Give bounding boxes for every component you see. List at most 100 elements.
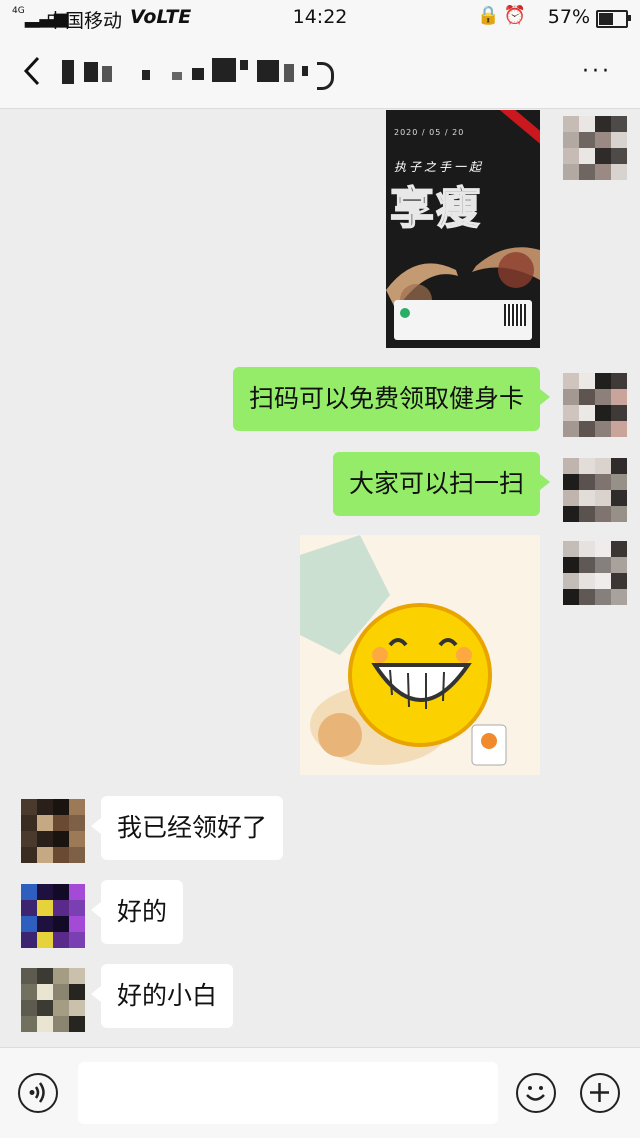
avatar-pixel <box>37 831 53 847</box>
battery-percent: 57% <box>547 6 590 28</box>
avatar-pixel <box>53 916 69 932</box>
lock-alarm-icons: 🔒⏰ <box>477 5 530 26</box>
avatar-pixel <box>611 405 627 421</box>
avatar-pixel <box>611 132 627 148</box>
avatar-pixel <box>21 1016 37 1032</box>
message-bubble[interactable]: 我已经领好了 <box>90 796 284 860</box>
avatar-pixel <box>595 164 611 180</box>
my-avatar[interactable] <box>563 458 627 522</box>
avatar-pixel <box>579 557 595 573</box>
contact-avatar[interactable] <box>21 968 85 1032</box>
avatar-pixel <box>595 573 611 589</box>
avatar-pixel <box>611 557 627 573</box>
avatar-pixel <box>611 490 627 506</box>
contact-avatar[interactable] <box>21 799 85 863</box>
avatar-pixel <box>37 1016 53 1032</box>
avatar-pixel <box>595 116 611 132</box>
avatar-pixel <box>563 116 579 132</box>
avatar-pixel <box>37 932 53 948</box>
contact-avatar[interactable] <box>21 884 85 948</box>
more-options-button[interactable]: ··· <box>582 61 612 83</box>
message-input[interactable] <box>78 1062 498 1124</box>
message-bubble[interactable]: 大家可以扫一扫 <box>332 452 551 516</box>
avatar-pixel <box>53 831 69 847</box>
message-bubble[interactable]: 好的 <box>90 880 184 944</box>
avatar-pixel <box>611 458 627 474</box>
avatar-pixel <box>69 984 85 1000</box>
avatar-pixel <box>21 847 37 863</box>
smiley-face-icon <box>300 535 540 775</box>
avatar-pixel <box>53 1016 69 1032</box>
avatar-pixel <box>595 541 611 557</box>
avatar-pixel <box>563 164 579 180</box>
avatar-pixel <box>37 799 53 815</box>
avatar-pixel <box>563 541 579 557</box>
my-avatar[interactable] <box>563 116 627 180</box>
avatar-pixel <box>53 968 69 984</box>
avatar-pixel <box>611 389 627 405</box>
avatar-pixel <box>21 1000 37 1016</box>
avatar-pixel <box>595 458 611 474</box>
avatar-pixel <box>21 815 37 831</box>
avatar-pixel <box>53 932 69 948</box>
avatar-pixel <box>579 373 595 389</box>
avatar-pixel <box>595 421 611 437</box>
my-avatar[interactable] <box>563 541 627 605</box>
avatar-pixel <box>563 557 579 573</box>
voice-button[interactable] <box>18 1073 58 1113</box>
avatar-pixel <box>37 884 53 900</box>
avatar-pixel <box>579 506 595 522</box>
message-bubble[interactable]: 好的小白 <box>90 964 234 1028</box>
avatar-pixel <box>611 116 627 132</box>
my-avatar[interactable] <box>563 373 627 437</box>
avatar-pixel <box>53 884 69 900</box>
plus-button[interactable] <box>580 1073 620 1113</box>
avatar-pixel <box>611 474 627 490</box>
avatar-pixel <box>611 589 627 605</box>
app-logo-icon <box>400 308 410 318</box>
avatar-pixel <box>595 474 611 490</box>
avatar-pixel <box>69 815 85 831</box>
avatar-pixel <box>579 405 595 421</box>
poster-tape <box>492 110 540 150</box>
status-bar: 4G▂▃▅ 中国移动 VoLTE 14:22 🔒⏰ 57% <box>0 0 640 34</box>
poster-image[interactable]: 2020 / 05 / 20 执子之手一起 享瘦 <box>386 110 540 348</box>
avatar-pixel <box>21 799 37 815</box>
qr-code-icon <box>504 304 526 326</box>
avatar-pixel <box>611 164 627 180</box>
avatar-pixel <box>37 1000 53 1016</box>
plus-icon <box>590 1083 609 1102</box>
avatar-pixel <box>579 474 595 490</box>
poster-qr-card <box>394 300 532 340</box>
emoji-icon <box>526 1086 545 1101</box>
poster-headline: 享瘦 <box>389 182 482 235</box>
avatar-pixel <box>579 458 595 474</box>
back-button[interactable] <box>18 52 48 90</box>
avatar-pixel <box>563 148 579 164</box>
avatar-pixel <box>69 900 85 916</box>
emoji-button[interactable] <box>516 1073 556 1113</box>
avatar-pixel <box>37 916 53 932</box>
avatar-pixel <box>563 389 579 405</box>
avatar-pixel <box>579 490 595 506</box>
avatar-pixel <box>53 799 69 815</box>
avatar-pixel <box>595 557 611 573</box>
avatar-pixel <box>21 984 37 1000</box>
avatar-pixel <box>563 373 579 389</box>
avatar-pixel <box>69 847 85 863</box>
voice-icon <box>29 1082 45 1103</box>
avatar-pixel <box>595 405 611 421</box>
volte-label: VoLTE <box>130 6 192 28</box>
avatar-pixel <box>69 831 85 847</box>
avatar-pixel <box>53 900 69 916</box>
smiley-sticker[interactable] <box>300 535 540 775</box>
avatar-pixel <box>579 389 595 405</box>
avatar-pixel <box>611 573 627 589</box>
avatar-pixel <box>69 1016 85 1032</box>
avatar-pixel <box>579 148 595 164</box>
avatar-pixel <box>611 421 627 437</box>
avatar-pixel <box>579 132 595 148</box>
avatar-pixel <box>579 116 595 132</box>
message-bubble[interactable]: 扫码可以免费领取健身卡 <box>232 367 551 431</box>
avatar-pixel <box>579 421 595 437</box>
